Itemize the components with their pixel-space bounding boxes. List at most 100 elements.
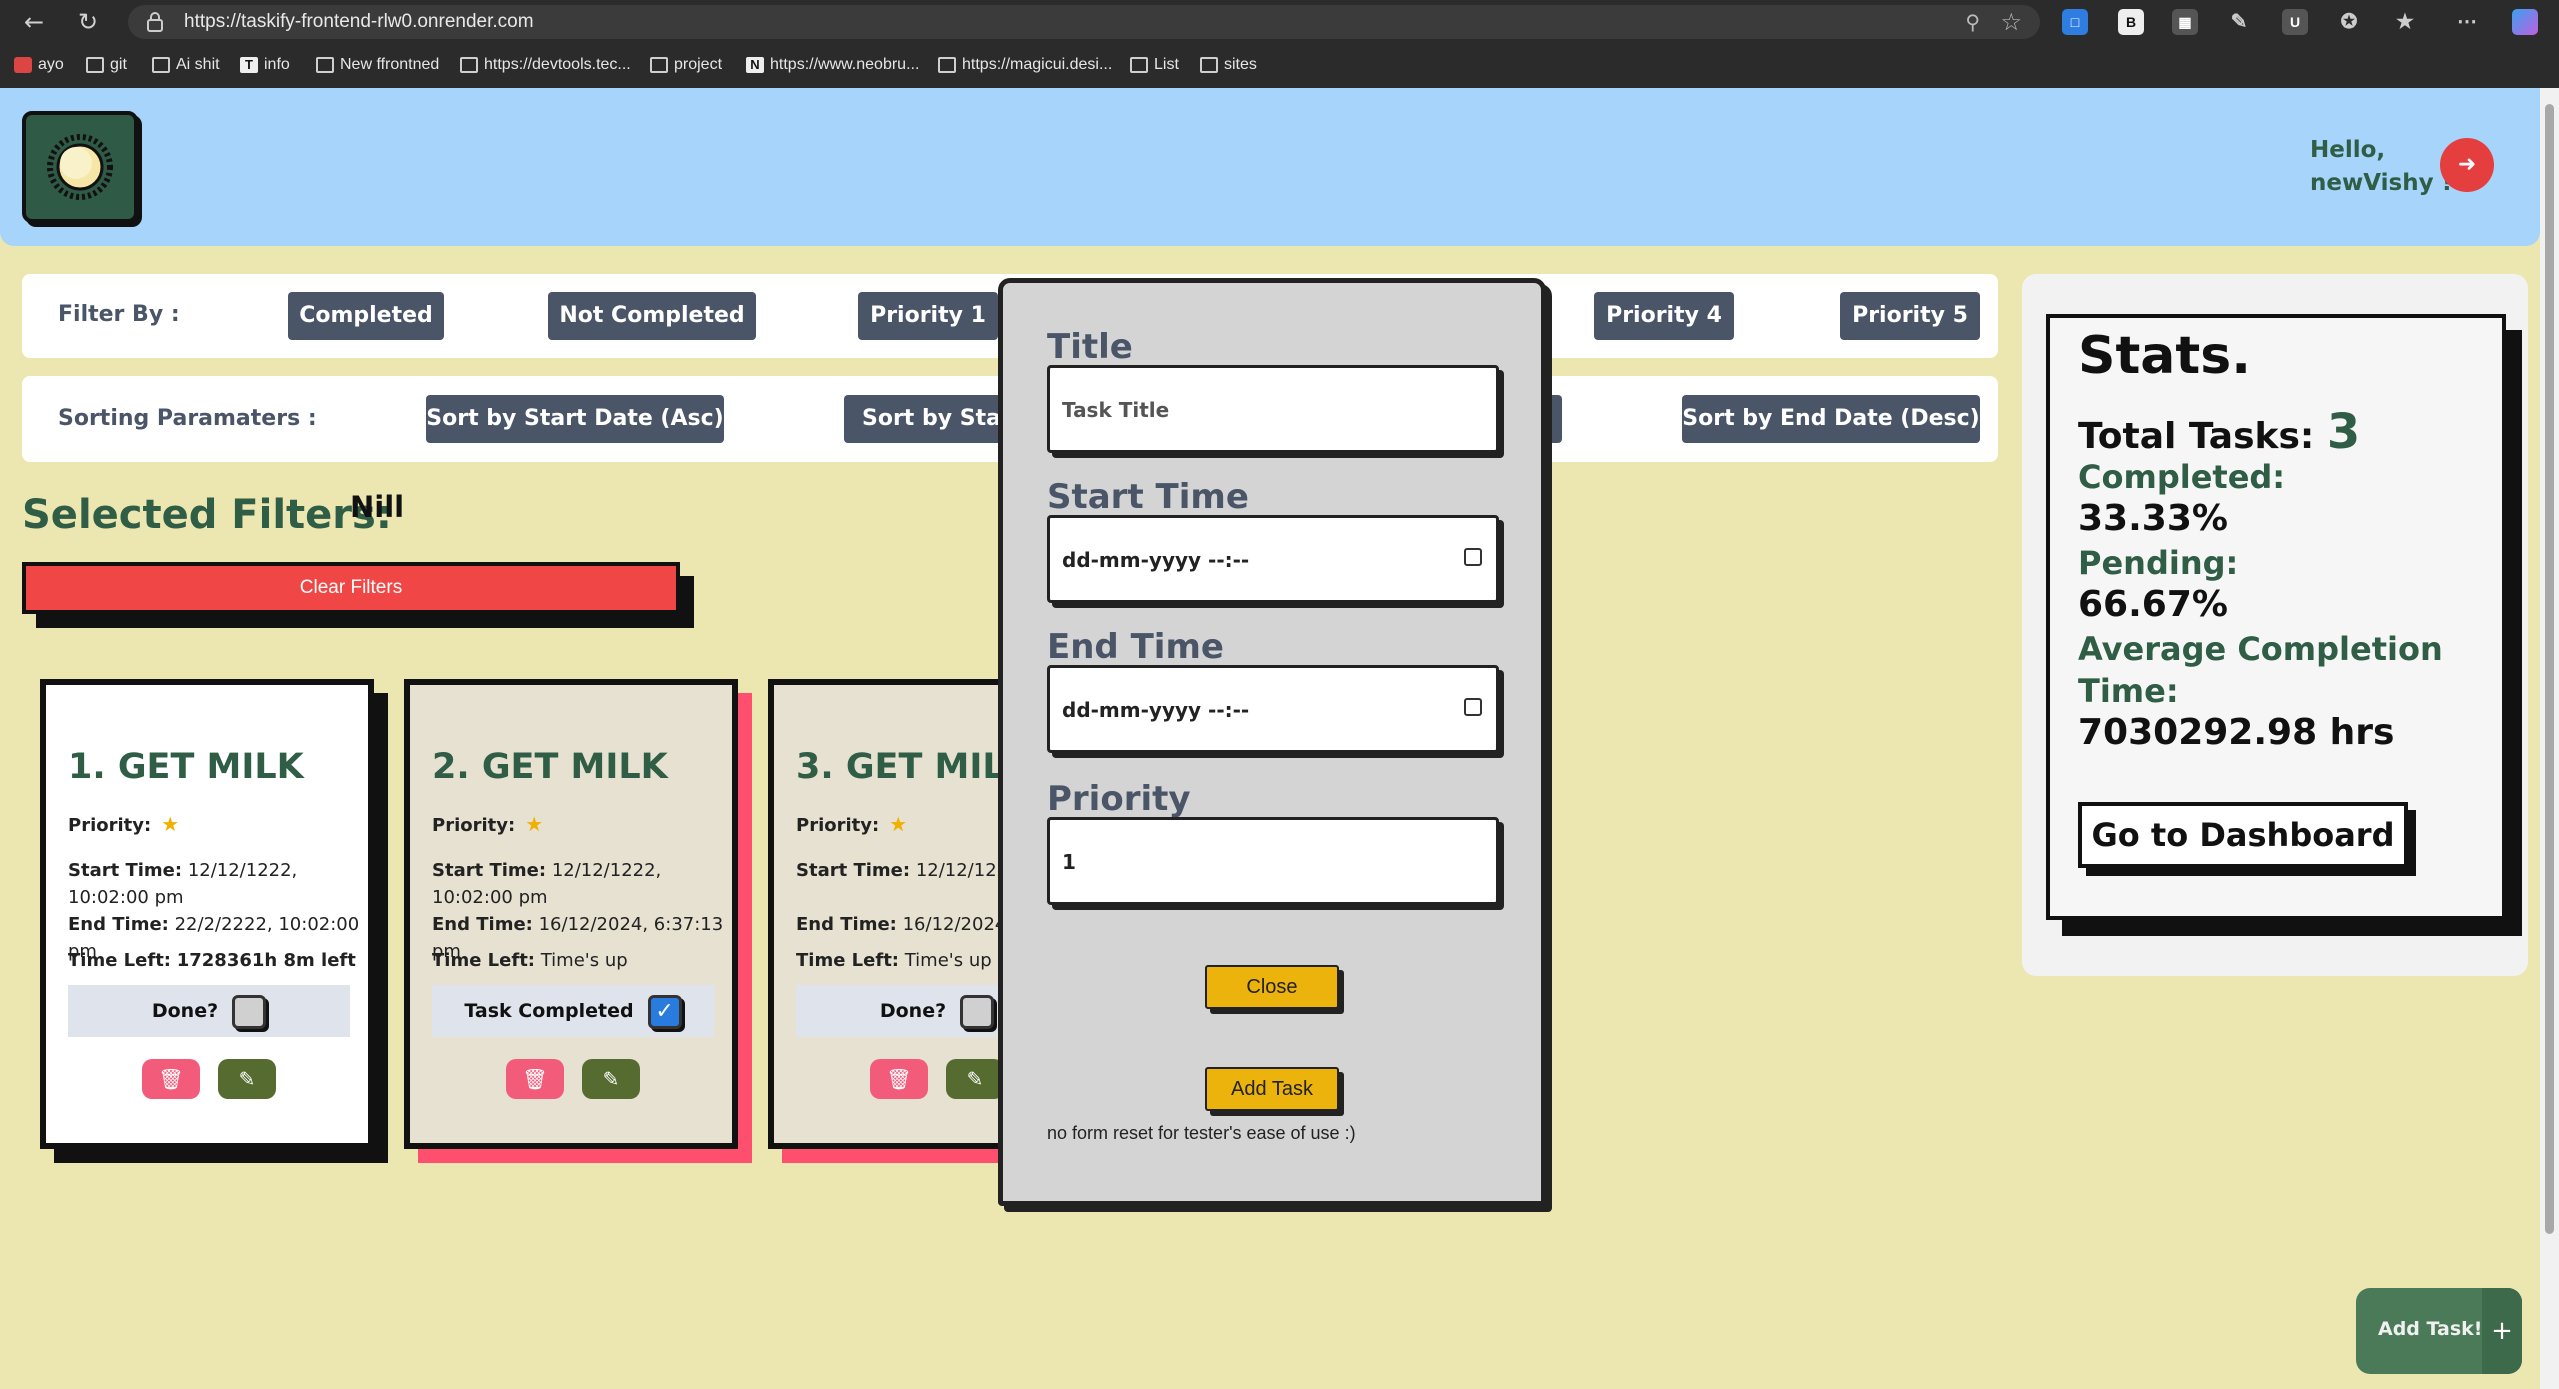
- add-task-fab[interactable]: Add Task! +: [2356, 1288, 2522, 1374]
- close-button[interactable]: Close: [1205, 965, 1339, 1009]
- end-time-label: End Time: [1047, 627, 1224, 667]
- delete-task-button[interactable]: 🗑: [506, 1059, 564, 1099]
- logout-button[interactable]: ➜: [2440, 138, 2494, 192]
- selected-filters-title: Selected Filters:: [22, 492, 392, 538]
- bookmark-item[interactable]: ayo: [14, 53, 64, 77]
- bookmark-folder[interactable]: New ffrontned: [316, 53, 439, 77]
- stats-card: Stats. Total Tasks: 3 Completed: 33.33% …: [2046, 314, 2506, 920]
- calendar-icon[interactable]: [1464, 548, 1482, 566]
- avg-completion-value: 7030292.98 hrs: [2078, 712, 2395, 753]
- bookmark-item[interactable]: Nhttps://www.neobru...: [746, 53, 919, 77]
- task-card: 2. GET MILK Priority: ★ Start Time: 12/12…: [404, 679, 738, 1149]
- clear-filters-button[interactable]: Clear Filters: [22, 562, 680, 614]
- extension-grid-icon[interactable]: ▦: [2172, 9, 2198, 35]
- form-note: no form reset for tester's ease of use :…: [1047, 1123, 1356, 1143]
- task-time-left: Time Left: 1728361h 8m left: [68, 950, 356, 971]
- bookmark-item[interactable]: Tinfo: [240, 53, 290, 77]
- start-time-input[interactable]: dd-mm-yyyy --:--: [1047, 515, 1499, 603]
- url-text[interactable]: https://taskify-frontend-rlw0.onrender.c…: [184, 11, 534, 33]
- extension-u-icon[interactable]: U: [2282, 9, 2308, 35]
- filter-not-completed-button[interactable]: Not Completed: [548, 292, 756, 340]
- selected-filters-value: Nill: [350, 490, 405, 524]
- pending-value: 66.67%: [2078, 584, 2228, 625]
- folder-icon: [316, 57, 334, 73]
- title-input[interactable]: Task Title: [1047, 365, 1499, 453]
- page-scrollbar[interactable]: [2540, 88, 2559, 1389]
- task-title: 2. GET MILK: [432, 747, 668, 787]
- bookmark-item[interactable]: Ai shit: [152, 53, 220, 77]
- done-checkbox[interactable]: [232, 994, 267, 1029]
- task-priority: Priority: ★: [68, 812, 180, 836]
- title-label: Title: [1047, 327, 1133, 367]
- filter-priority-4-button[interactable]: Priority 4: [1594, 292, 1734, 340]
- add-task-button[interactable]: Add Task: [1205, 1067, 1339, 1111]
- stats-heading: Stats.: [2078, 326, 2251, 386]
- completed-value: 33.33%: [2078, 498, 2228, 539]
- edit-task-button[interactable]: ✎: [946, 1059, 1000, 1099]
- bookmark-item[interactable]: project: [650, 53, 722, 77]
- folder-icon: [86, 57, 104, 73]
- browser-toolbar: ← ↻ https://taskify-frontend-rlw0.onrend…: [0, 0, 2559, 44]
- filter-label: Filter By :: [58, 302, 180, 327]
- pen-icon[interactable]: ✎: [2226, 9, 2252, 35]
- end-time-input[interactable]: dd-mm-yyyy --:--: [1047, 665, 1499, 753]
- puzzle-icon[interactable]: ✪: [2336, 9, 2362, 35]
- task-card: 3. GET MILK Priority:★ Start Time: 12/12…: [768, 679, 1000, 1149]
- priority-input[interactable]: 1: [1047, 817, 1499, 905]
- extension-b-icon[interactable]: B: [2118, 9, 2144, 35]
- app-logo[interactable]: [22, 111, 138, 223]
- app-header: Hello, newVishy ! ➜: [0, 88, 2540, 246]
- zoom-icon[interactable]: ⚲: [1965, 10, 1980, 34]
- delete-task-button[interactable]: 🗑: [142, 1059, 200, 1099]
- task-card: 1. GET MILK Priority: ★ Start Time: 12/12…: [40, 679, 374, 1149]
- reload-icon[interactable]: ↻: [72, 6, 104, 38]
- calendar-icon[interactable]: [1464, 698, 1482, 716]
- sort-start-asc-button[interactable]: Sort by Start Date (Asc): [426, 395, 724, 443]
- address-bar[interactable]: https://taskify-frontend-rlw0.onrender.c…: [128, 5, 2040, 39]
- scrollbar-thumb[interactable]: [2545, 104, 2554, 1234]
- pending-label: Pending:: [2078, 544, 2239, 582]
- bookmark-folder[interactable]: List: [1130, 53, 1179, 77]
- task-priority: Priority: ★: [432, 812, 544, 836]
- task-done-toggle[interactable]: Task Completed ✓: [432, 985, 714, 1037]
- greeting: Hello, newVishy !: [2310, 137, 2453, 196]
- task-title: 1. GET MILK: [68, 747, 304, 787]
- task-done-toggle[interactable]: Done?: [68, 985, 350, 1037]
- bookmark-folder[interactable]: git: [86, 53, 127, 77]
- add-task-modal: Title Task Title Start Time dd-mm-yyyy -…: [998, 278, 1546, 1206]
- edit-task-button[interactable]: ✎: [582, 1059, 640, 1099]
- filter-completed-button[interactable]: Completed: [288, 292, 444, 340]
- bookmark-favicon-icon: [14, 57, 32, 73]
- bookmark-favicon-icon: [650, 57, 668, 73]
- done-checkbox[interactable]: ✓: [647, 994, 682, 1029]
- done-checkbox[interactable]: [960, 994, 995, 1029]
- site-info-icon[interactable]: [146, 12, 164, 32]
- more-menu-icon[interactable]: ⋯: [2454, 9, 2480, 35]
- task-priority: Priority: ★: [796, 812, 908, 836]
- bookmark-item[interactable]: https://devtools.tec...: [460, 53, 631, 77]
- bookmark-item[interactable]: https://magicui.desi...: [938, 53, 1112, 77]
- go-to-dashboard-button[interactable]: Go to Dashboard: [2078, 802, 2408, 868]
- back-icon[interactable]: ←: [18, 6, 50, 38]
- edit-icon: ✎: [966, 1067, 984, 1091]
- delete-task-button[interactable]: 🗑: [870, 1059, 928, 1099]
- completed-label: Completed:: [2078, 458, 2286, 496]
- bookmark-folder[interactable]: sites: [1200, 53, 1257, 77]
- task-end: End Time: 16/12/2024, 7: [796, 914, 1000, 935]
- copilot-icon[interactable]: [2512, 9, 2538, 35]
- task-time-left: Time Left: Time's up: [796, 950, 992, 971]
- edit-icon: ✎: [602, 1067, 620, 1091]
- edit-task-button[interactable]: ✎: [218, 1059, 276, 1099]
- logo-icon: [47, 134, 113, 200]
- favorite-star-icon[interactable]: ☆: [2000, 8, 2022, 36]
- sort-end-desc-button[interactable]: Sort by End Date (Desc): [1682, 395, 1980, 443]
- filter-priority-1-button[interactable]: Priority 1: [858, 292, 998, 340]
- start-time-label: Start Time: [1047, 477, 1249, 517]
- task-done-toggle[interactable]: Done?: [796, 985, 1000, 1037]
- bookmarks-bar: ayo git Ai shit Tinfo New ffrontned http…: [0, 48, 2559, 82]
- extension-icon[interactable]: □: [2062, 9, 2088, 35]
- filter-priority-5-button[interactable]: Priority 5: [1840, 292, 1980, 340]
- task-start: Start Time: 12/12/1222,: [796, 860, 1000, 881]
- favorites-icon[interactable]: ★: [2392, 9, 2418, 35]
- logout-icon: ➜: [2457, 152, 2477, 177]
